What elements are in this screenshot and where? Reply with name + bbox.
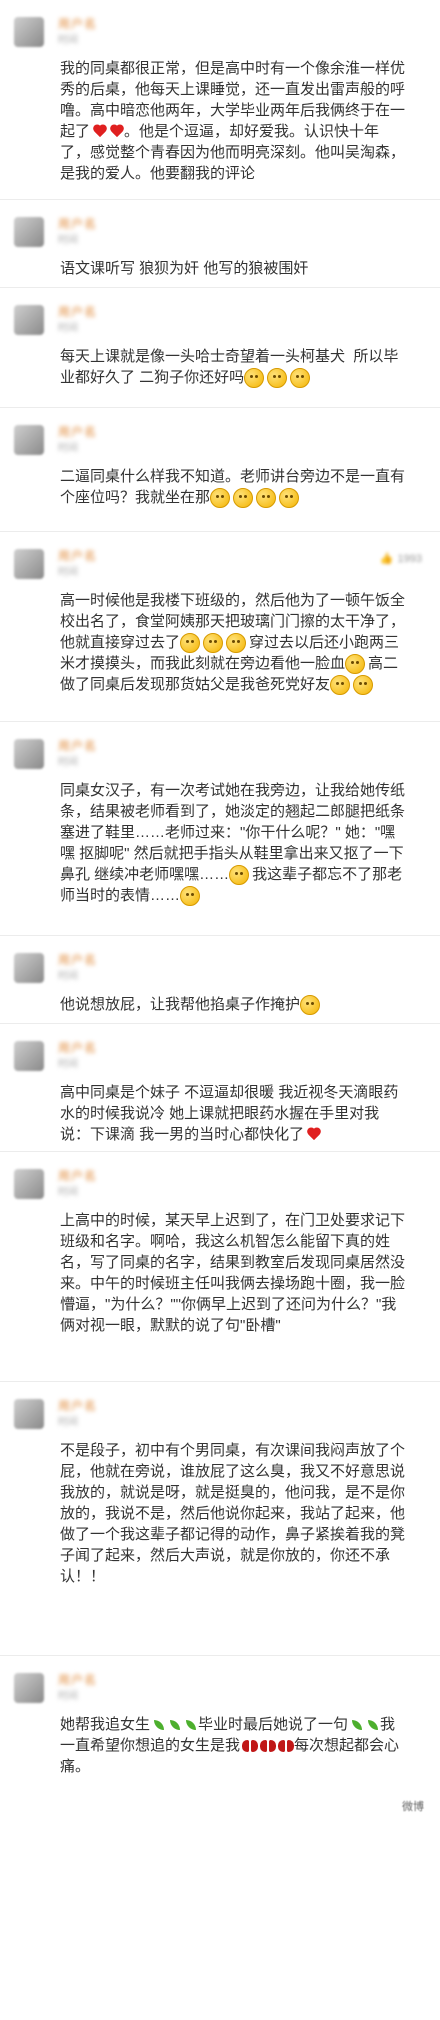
smile-emoji-icon [290,368,311,389]
comment-text: 我的同桌都很正常，但是高中时有一个像余淮一样优秀的后桌，他每天上课睡觉，还一直发… [60,60,406,182]
username[interactable]: 用户名 [58,217,97,231]
comment-text: 高一时候他是我楼下班级的，然后他为了一顿午饭全校出名了，食堂阿姨那天把玻璃门门擦… [60,590,406,696]
smile-emoji-icon [180,886,201,907]
heart-icon [93,125,107,139]
comment-text: 他说想放屁，让我帮他掐桌子作掩护 [60,994,406,1016]
timestamp: 时间 [58,443,78,454]
smile-emoji-icon [330,675,351,696]
smile-emoji-icon [180,633,201,654]
comment-item: 用户名 时间 每天上课就是像一头哈士奇望着一头柯基犬 所以毕业都好久了 二狗子你… [0,288,440,408]
timestamp: 时间 [58,971,78,982]
avatar[interactable] [14,1169,44,1199]
avatar[interactable] [14,425,44,455]
username[interactable]: 用户名 [58,425,97,439]
thumbs-up-icon: 👍 [379,553,394,565]
comment-text: 高中同桌是个妹子 不逗逼却很暖 我近视冬天滴眼药水的时候我说冷 她上课就把眼药水… [60,1084,399,1143]
avatar[interactable] [14,217,44,247]
leaf-icon [168,1718,182,1732]
avatar[interactable] [14,739,44,769]
smile-emoji-icon [244,368,265,389]
comment-item: 用户名 时间 他说想放屁，让我帮他掐桌子作掩护 [0,936,440,1024]
avatar[interactable] [14,17,44,47]
username[interactable]: 用户名 [58,1673,97,1687]
avatar[interactable] [14,1399,44,1429]
comment-feed: 用户名 时间 我的同桌都很正常，但是高中时有一个像余淮一样优秀的后桌，他每天上课… [0,0,440,1820]
smile-emoji-icon [229,865,250,886]
username[interactable]: 用户名 [58,739,97,753]
broken-heart-icon [260,1738,277,1754]
avatar[interactable] [14,1041,44,1071]
like-count: 1993 [397,553,422,565]
avatar[interactable] [14,305,44,335]
timestamp: 时间 [58,235,78,246]
comment-item: 用户名 时间 上高中的时候，某天早上迟到了，在门卫处要求记下班级和名字。啊哈，我… [0,1152,440,1382]
smile-emoji-icon [279,488,300,509]
comment-text: 二逼同桌什么样我不知道。老师讲台旁边不是一直有个座位吗？我就坐在那 [60,466,406,509]
smile-emoji-icon [345,654,366,675]
comment-text: 每天上课就是像一头哈士奇望着一头柯基犬 所以毕业都好久了 二狗子你还好吗 [60,346,406,389]
smile-emoji-icon [233,488,254,509]
comment-item: 用户名 时间 我的同桌都很正常，但是高中时有一个像余淮一样优秀的后桌，他每天上课… [0,0,440,200]
smile-emoji-icon [210,488,231,509]
comment-item: 用户名 时间 高中同桌是个妹子 不逗逼却很暖 我近视冬天滴眼药水的时候我说冷 她… [0,1024,440,1152]
smile-emoji-icon [203,633,224,654]
comment-text: 她帮我追女生 毕业时最后她说了一句 我一直希望你想追的女生是我 每次想起都会心痛。 [60,1716,400,1775]
smile-emoji-icon [226,633,247,654]
broken-heart-icon [242,1738,259,1754]
broken-heart-icon [278,1738,295,1754]
comment-item: 用户名 时间 同桌女汉子，有一次考试她在我旁边，让我给她传纸条，结果被老师看到了… [0,722,440,936]
username[interactable]: 用户名 [58,1399,97,1413]
comment-item: 用户名 时间 二逼同桌什么样我不知道。老师讲台旁边不是一直有个座位吗？我就坐在那 [0,408,440,532]
username[interactable]: 用户名 [58,305,97,319]
username[interactable]: 用户名 [58,1169,97,1183]
smile-emoji-icon [300,995,321,1016]
watermark: 微博 [402,1801,424,1813]
comment-item: 用户名 时间 👍 1993 高一时候他是我楼下班级的，然后他为了一顿午饭全校出名了… [0,532,440,722]
username[interactable]: 用户名 [58,953,97,967]
avatar[interactable] [14,953,44,983]
timestamp: 时间 [58,567,78,578]
comment-text: 语文课听写 狼狈为奸 他写的狼被围奸 [60,260,309,277]
comment-item: 用户名 时间 语文课听写 狼狈为奸 他写的狼被围奸 [0,200,440,288]
leaf-icon [184,1718,198,1732]
comment-text: 不是段子，初中有个男同桌，有次课间我闷声放了个屁，他就在旁说，谁放屁了这么臭，我… [60,1442,406,1585]
timestamp: 时间 [58,323,78,334]
timestamp: 时间 [58,1691,78,1702]
timestamp: 时间 [58,1187,78,1198]
avatar[interactable] [14,1673,44,1703]
comment-item: 用户名 时间 不是段子，初中有个男同桌，有次课间我闷声放了个屁，他就在旁说，谁放… [0,1382,440,1656]
smile-emoji-icon [256,488,277,509]
like-button[interactable]: 👍 1993 [380,552,422,565]
comment-text: 上高中的时候，某天早上迟到了，在门卫处要求记下班级和名字。啊哈，我这么机智怎么能… [60,1212,406,1334]
username[interactable]: 用户名 [58,1041,97,1055]
leaf-icon [366,1718,380,1732]
comment-text: 同桌女汉子，有一次考试她在我旁边，让我给她传纸条，结果被老师看到了，她淡定的翘起… [60,780,406,907]
timestamp: 时间 [58,1417,78,1428]
timestamp: 时间 [58,1059,78,1070]
username[interactable]: 用户名 [58,17,97,31]
smile-emoji-icon [353,675,374,696]
smile-emoji-icon [267,368,288,389]
timestamp: 时间 [58,757,78,768]
avatar[interactable] [14,549,44,579]
timestamp: 时间 [58,35,78,46]
leaf-icon [152,1718,166,1732]
comment-item: 用户名 时间 她帮我追女生 毕业时最后她说了一句 我一直希望你想追的女生是我 每次想起… [0,1656,440,1820]
heart-icon [307,1128,321,1142]
leaf-icon [350,1718,364,1732]
heart-icon [110,125,124,139]
username[interactable]: 用户名 [58,549,97,563]
